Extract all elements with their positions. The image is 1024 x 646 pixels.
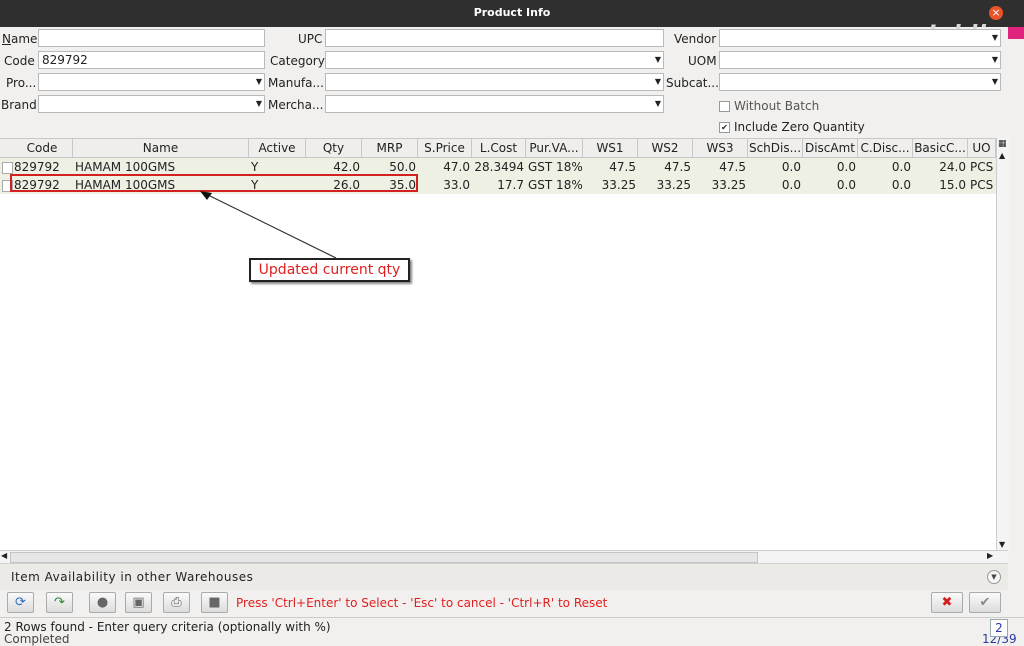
status-underlying-text: Completed bbox=[4, 632, 70, 646]
export-button[interactable]: ■ bbox=[201, 592, 228, 613]
zoom-icon: ▣ bbox=[132, 595, 145, 610]
arrow-head bbox=[200, 191, 212, 200]
arrow-line bbox=[205, 193, 337, 259]
print-button[interactable]: ⎙ bbox=[163, 592, 190, 613]
history-button[interactable]: ● bbox=[89, 592, 116, 613]
ok-button[interactable]: ✔ bbox=[969, 592, 1001, 613]
refresh-icon: ⟳ bbox=[15, 595, 26, 610]
bottom-toolbar: ⟳ ↷ ● ▣ ⎙ ■ Press 'Ctrl+Enter' to Select… bbox=[0, 589, 1008, 617]
refresh-button[interactable]: ⟳ bbox=[7, 592, 34, 613]
status-bar: Completed 2 Rows found - Enter query cri… bbox=[0, 617, 1024, 646]
callout-label: Updated current qty bbox=[249, 258, 410, 282]
annotation-arrow bbox=[200, 191, 337, 259]
page-indicator: 2 bbox=[990, 619, 1008, 637]
collapse-icon[interactable]: ▼ bbox=[987, 570, 1001, 584]
cancel-button[interactable]: ✖ bbox=[931, 592, 963, 613]
section-title: Item Availability in other Warehouses bbox=[11, 570, 254, 584]
keyboard-hint: Press 'Ctrl+Enter' to Select - 'Esc' to … bbox=[236, 596, 608, 610]
warehouse-section-header[interactable]: Item Availability in other Warehouses ▼ bbox=[0, 563, 1008, 590]
export-icon: ■ bbox=[208, 595, 221, 610]
checkmark-icon: ✔ bbox=[979, 595, 991, 610]
status-message: 2 Rows found - Enter query criteria (opt… bbox=[4, 620, 331, 634]
redo-button[interactable]: ↷ bbox=[46, 592, 73, 613]
redo-icon: ↷ bbox=[54, 595, 65, 610]
zoom-button[interactable]: ▣ bbox=[125, 592, 152, 613]
history-icon: ● bbox=[96, 595, 109, 610]
cancel-icon: ✖ bbox=[941, 595, 953, 610]
print-icon: ⎙ bbox=[171, 595, 182, 610]
